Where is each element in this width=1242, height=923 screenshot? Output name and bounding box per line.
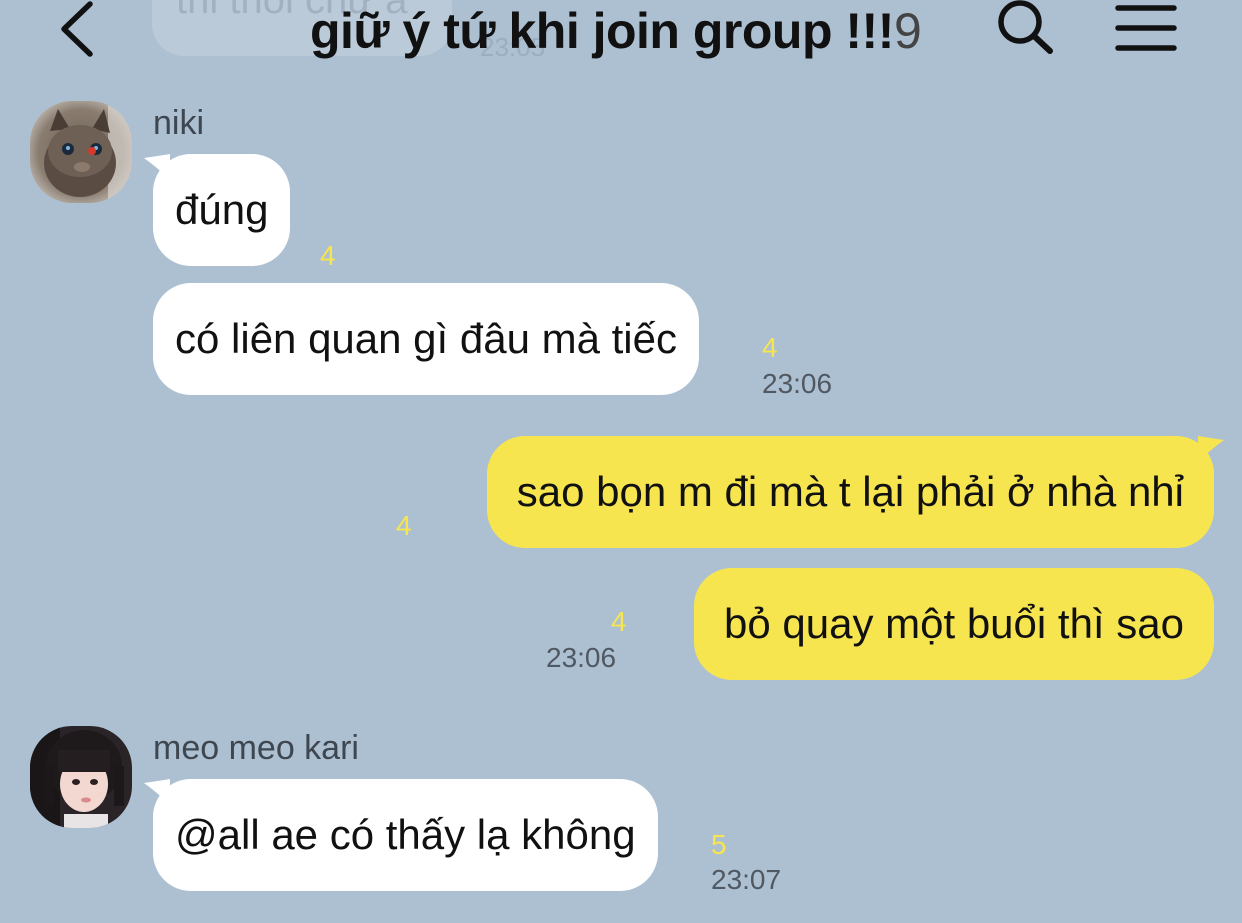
message-bubble[interactable]: đúng bbox=[153, 154, 291, 266]
message-bubble[interactable]: @all ae có thấy lạ không bbox=[153, 779, 658, 891]
unread-count: 5 bbox=[711, 829, 727, 860]
search-button[interactable] bbox=[996, 0, 1056, 56]
chat-title: giữ ý tứ khi join group !!! bbox=[310, 3, 894, 59]
chat-header: thi thoi chứ a 23:05 giữ ý tứ khi join g… bbox=[0, 0, 1242, 90]
unread-count: 4 bbox=[320, 240, 336, 271]
message-bubble[interactable]: có liên quan gì đâu mà tiếc bbox=[153, 283, 699, 395]
profile-avatar-image bbox=[30, 726, 132, 828]
hamburger-menu-icon bbox=[1115, 5, 1177, 51]
chevron-left-icon bbox=[61, 1, 93, 57]
message-time: 23:06 bbox=[762, 368, 833, 399]
unread-count: 4 bbox=[762, 332, 778, 363]
avatar-meo-meo-kari[interactable] bbox=[30, 726, 132, 828]
message-bubble[interactable]: bỏ quay một buổi thì sao bbox=[694, 568, 1214, 680]
unread-count: 4 bbox=[611, 606, 627, 637]
unread-count: 4 bbox=[396, 510, 412, 541]
message-bubble[interactable]: sao bọn m đi mà t lại phải ở nhà nhỉ bbox=[486, 436, 1214, 548]
search-icon bbox=[998, 0, 1053, 54]
cat-avatar-image bbox=[30, 101, 132, 203]
menu-button[interactable] bbox=[1114, 4, 1178, 52]
sender-name-meo-meo-kari: meo meo kari bbox=[153, 729, 359, 767]
avatar-niki[interactable] bbox=[30, 101, 132, 203]
message-time: 23:06 bbox=[546, 642, 617, 673]
sender-name-niki: niki bbox=[153, 104, 205, 142]
member-count: 9 bbox=[894, 3, 922, 59]
message-time: 23:07 bbox=[711, 864, 782, 895]
back-button[interactable] bbox=[52, 0, 102, 58]
